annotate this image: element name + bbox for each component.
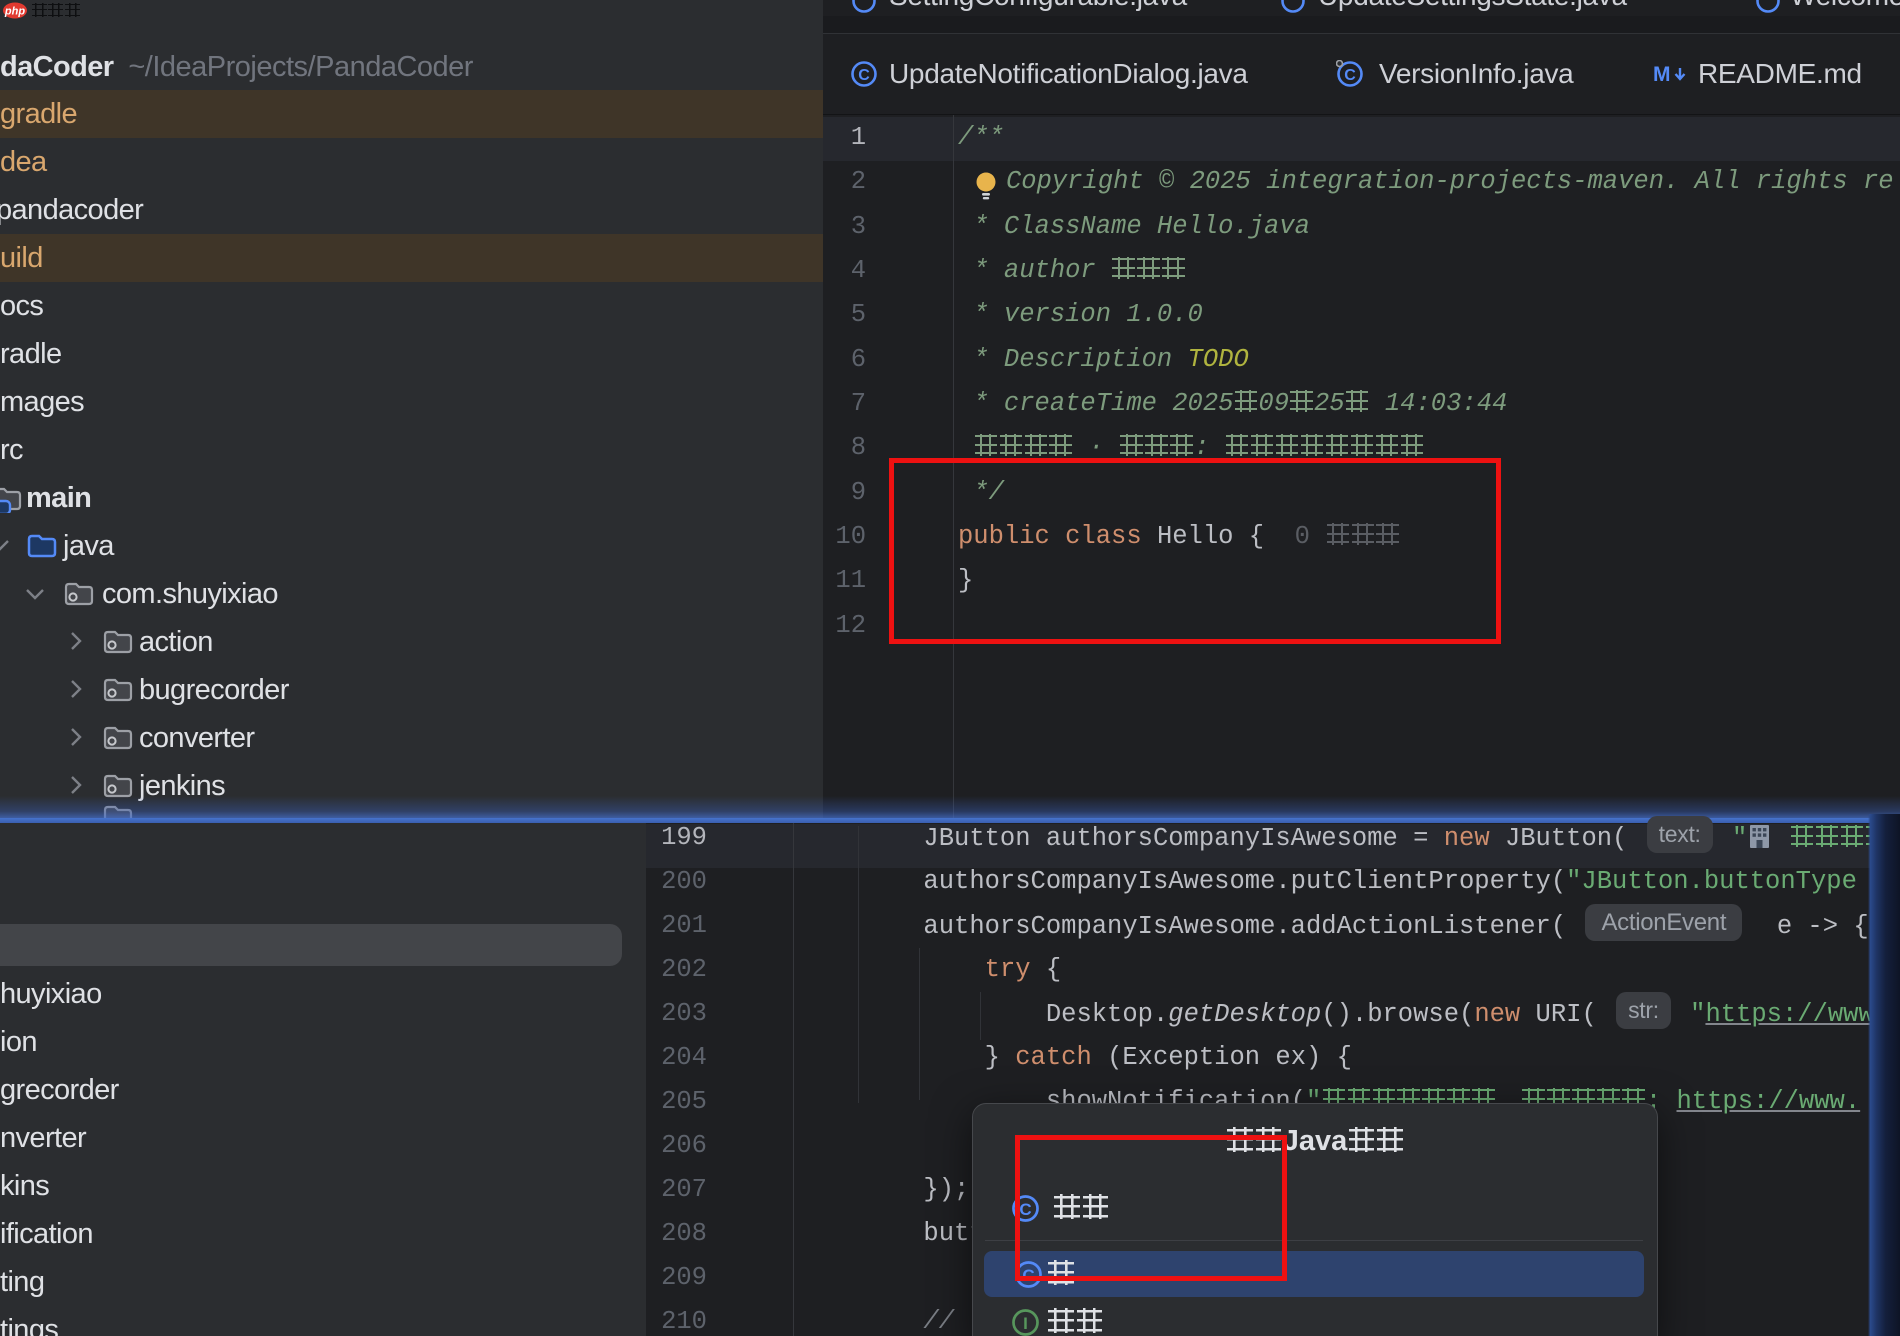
svg-text:C: C [1344, 67, 1356, 84]
svg-text:I: I [1023, 1314, 1028, 1333]
svg-text:C: C [858, 67, 870, 84]
svg-text:php: php [4, 6, 25, 18]
svg-text:M: M [1653, 63, 1671, 86]
